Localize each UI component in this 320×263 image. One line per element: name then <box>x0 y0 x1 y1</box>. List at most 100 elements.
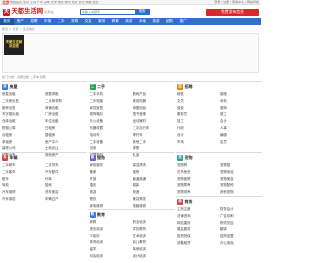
nav-item[interactable]: 推广 <box>176 19 190 24</box>
category-link[interactable]: 求租房 <box>2 139 43 146</box>
category-link[interactable]: 家教 <box>90 219 131 226</box>
category-link[interactable]: 房产中介 <box>45 139 86 146</box>
category-link[interactable]: 二手轿车 <box>2 162 43 169</box>
category-link[interactable]: 办公用品 <box>220 240 261 247</box>
category-link[interactable]: 设计培训 <box>133 253 174 260</box>
nav-item[interactable]: 商务 <box>122 19 136 24</box>
category-link[interactable]: 房屋求租 <box>45 91 86 98</box>
category-header[interactable]: 车车辆 <box>1 153 87 162</box>
category-link[interactable]: 店员 <box>220 139 261 146</box>
site-logo[interactable]: 天 天都生活网 北京站 <box>3 8 54 16</box>
category-link[interactable]: 汽车维修 <box>2 189 43 196</box>
category-link[interactable]: 乐器收藏 <box>90 125 131 132</box>
category-link[interactable]: 商铺出租 <box>45 105 86 112</box>
category-link[interactable]: 房屋出租 <box>2 91 43 98</box>
category-header[interactable]: 宠宠物 <box>176 153 262 162</box>
nav-item[interactable]: 招聘 <box>27 19 41 24</box>
city-links[interactable]: 网站首页 北京 上海 广州 深圳 天津 重庆 杭州 南京 武汉 成都 西安 <box>10 1 190 4</box>
category-link[interactable]: 代驾 <box>45 176 86 183</box>
category-link[interactable]: 摄影 <box>133 182 174 189</box>
nav-item[interactable]: 宠物 <box>68 19 82 24</box>
category-link[interactable]: 法律咨询 <box>177 213 218 220</box>
category-header[interactable]: 服服务 <box>89 153 175 162</box>
category-link[interactable]: 财务会计 <box>220 206 261 213</box>
category-link[interactable]: 母婴用品 <box>133 105 174 112</box>
category-link[interactable]: 开锁 <box>90 176 131 183</box>
category-link[interactable]: 其他二手 <box>133 139 174 146</box>
banner-ad[interactable]: 天都生活网 欢迎您 <box>4 35 24 55</box>
category-link[interactable]: 客服 <box>220 91 261 98</box>
category-link[interactable]: 美容美发 <box>133 196 174 203</box>
category-link[interactable]: 家具家居 <box>90 105 131 112</box>
category-link[interactable]: 宠物医院 <box>177 176 218 183</box>
category-link[interactable]: 二手电脑 <box>90 98 131 105</box>
category-link[interactable]: 财会培训 <box>90 253 131 260</box>
category-link[interactable]: 幼儿教育 <box>133 239 174 246</box>
category-link[interactable]: 洗车美容 <box>45 189 86 196</box>
nav-item[interactable]: 交友 <box>81 19 95 24</box>
category-link[interactable]: 二手房求购 <box>45 98 86 105</box>
category-link[interactable]: 服饰箱包 <box>90 111 131 118</box>
category-link[interactable]: 餐饮 <box>90 196 131 203</box>
category-link[interactable]: 花鸟鱼虫 <box>177 169 218 176</box>
category-link[interactable]: 留学 <box>90 246 131 253</box>
category-link[interactable]: 二手手机 <box>90 91 131 98</box>
category-link[interactable]: 保洁清洗 <box>133 162 174 169</box>
category-link[interactable]: 设计 <box>177 132 218 139</box>
category-link[interactable]: 新房出售 <box>2 105 43 112</box>
category-link[interactable]: 二手自行车 <box>133 125 174 132</box>
category-header[interactable]: 房房屋 <box>1 82 87 91</box>
category-header[interactable]: 商商务 <box>176 197 262 206</box>
category-link[interactable]: 保安 <box>177 105 218 112</box>
category-link[interactable]: 工商注册 <box>177 206 218 213</box>
category-link[interactable]: 厨师 <box>220 105 261 112</box>
category-link[interactable]: 职业培训 <box>133 219 174 226</box>
category-link[interactable]: 二手设备 <box>90 139 131 146</box>
category-link[interactable]: 婚庆 <box>90 182 131 189</box>
category-link[interactable]: 人事 <box>220 125 261 132</box>
category-link[interactable]: 驾驶培训 <box>133 246 174 253</box>
category-link[interactable]: 服务员 <box>177 111 218 118</box>
category-header[interactable]: 招招聘 <box>176 82 262 91</box>
post-ad-button[interactable]: 免费发布信息 <box>206 9 259 16</box>
nav-item[interactable]: 教育 <box>109 19 123 24</box>
category-link[interactable]: 宠物狗 <box>177 162 218 169</box>
category-link[interactable]: 二手房出售 <box>2 98 43 105</box>
category-link[interactable]: 司机 <box>220 98 261 105</box>
nav-item[interactable]: 本地 <box>136 19 150 24</box>
category-link[interactable]: 网站建设 <box>177 220 218 227</box>
category-link[interactable]: 语言培训 <box>90 226 131 233</box>
category-link[interactable]: 宠物配种 <box>220 182 261 189</box>
category-link[interactable]: 宠物寄养 <box>177 182 218 189</box>
category-link[interactable]: 快递 <box>133 189 174 196</box>
category-link[interactable]: 宠物用品 <box>220 169 261 176</box>
category-link[interactable]: 汽车保险 <box>2 196 43 203</box>
nav-item[interactable]: 二手 <box>54 19 68 24</box>
category-link[interactable]: 会计 <box>220 118 261 125</box>
category-link[interactable]: 其他宠物 <box>220 189 261 196</box>
category-link[interactable]: 维修 <box>133 169 174 176</box>
nav-item[interactable]: 车辆 <box>41 19 55 24</box>
category-link[interactable]: 仓库出租 <box>2 118 43 125</box>
category-link[interactable]: 招商加盟 <box>220 233 261 240</box>
category-header[interactable]: 教教育 <box>89 210 175 219</box>
category-link[interactable]: 翻译 <box>220 226 261 233</box>
category-link[interactable]: 投资担保 <box>177 233 218 240</box>
category-link[interactable]: 旅游 <box>90 189 131 196</box>
category-link[interactable]: 电动车 <box>90 132 131 139</box>
category-link[interactable]: 管道疏通 <box>133 176 174 183</box>
category-link[interactable]: 艺术培训 <box>133 233 174 240</box>
category-link[interactable]: 车位出租 <box>45 118 86 125</box>
category-link[interactable]: 学历教育 <box>133 226 174 233</box>
category-link[interactable]: 体育培训 <box>90 239 131 246</box>
search-button[interactable]: 搜索 <box>135 10 149 14</box>
category-link[interactable]: 二手货车 <box>45 162 86 169</box>
category-link[interactable]: 家政服务 <box>90 162 131 169</box>
category-link[interactable]: 驾校 <box>2 182 43 189</box>
nav-item[interactable]: 旅游 <box>149 19 163 24</box>
category-link[interactable]: 数码产品 <box>133 91 174 98</box>
category-link[interactable]: 摩托车 <box>133 132 174 139</box>
category-link[interactable]: 汽车配件 <box>45 169 86 176</box>
category-link[interactable]: 展会服务 <box>177 226 218 233</box>
category-link[interactable]: 宠物美容 <box>220 176 261 183</box>
